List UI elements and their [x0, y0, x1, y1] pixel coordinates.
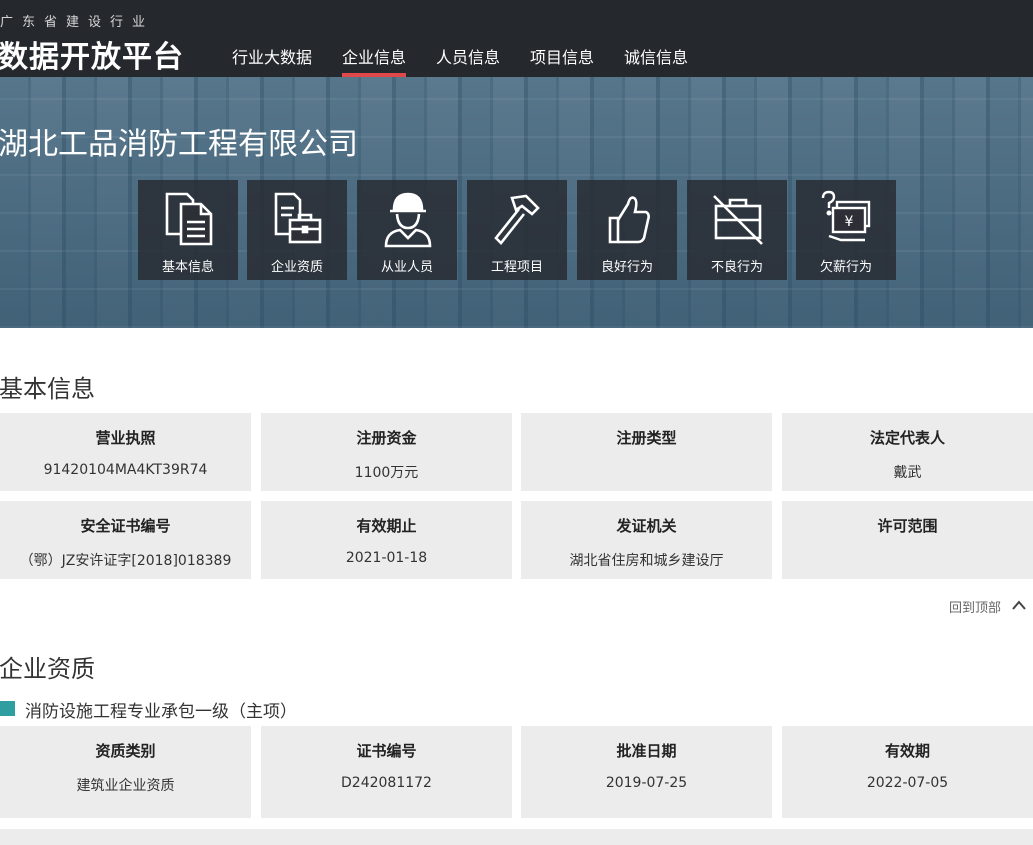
cell-value: D242081172: [341, 775, 432, 791]
worker-helmet-icon: [384, 192, 432, 248]
qualification-cell: 批准日期 2019-07-25: [521, 726, 772, 818]
info-cell: 营业执照 91420104MA4KT39R74: [0, 413, 251, 491]
cell-value: 戴武: [893, 465, 922, 481]
nav-item-personnel-info[interactable]: 人员信息: [436, 44, 500, 77]
cell-value: 91420104MA4KT39R74: [43, 462, 208, 478]
brand-title[interactable]: 数据开放平台: [0, 32, 184, 76]
tile-label: 不良行为: [710, 260, 763, 275]
nav-item-industry-data[interactable]: 行业大数据: [232, 44, 312, 77]
tile-basic-info[interactable]: 基本信息: [138, 180, 238, 280]
top-header: 广东省建设行业 数据开放平台 行业大数据 企业信息 人员信息 项目信息 诚信信息: [0, 0, 1033, 77]
qualification-cell: 证书编号 D242081172: [261, 726, 512, 818]
next-row-strip: [0, 829, 1033, 845]
tile-unpaid-wages[interactable]: ¥ 欠薪行为: [796, 180, 896, 280]
tile-qualification[interactable]: 企业资质: [247, 180, 347, 280]
cell-label: 批准日期: [616, 742, 677, 760]
cell-label: 安全证书编号: [80, 517, 171, 535]
hammer-icon: [494, 194, 540, 245]
company-hero-banner: 湖北工品消防工程有限公司 基本信息 企业资质 从业人员 工程项目 良好行为 不良…: [0, 77, 1033, 328]
tile-label: 基本信息: [161, 260, 214, 275]
tile-employees[interactable]: 从业人员: [357, 180, 457, 280]
tile-good-behavior[interactable]: 良好行为: [577, 180, 677, 280]
cell-value: 2021-01-18: [345, 550, 428, 566]
cell-value: （鄂）JZ安许证字[2018]018389: [19, 553, 232, 569]
brand-subtitle: 广东省建设行业: [0, 15, 155, 30]
document-icon: [165, 192, 213, 246]
tile-label: 欠薪行为: [819, 260, 872, 275]
nav-item-project-info[interactable]: 项目信息: [530, 44, 594, 77]
cell-label: 许可范围: [877, 517, 938, 535]
info-cell: 注册类型: [521, 413, 772, 491]
tile-label: 从业人员: [380, 260, 433, 275]
basic-info-title: 基本信息: [0, 375, 95, 403]
tile-label: 企业资质: [270, 260, 323, 275]
tile-projects[interactable]: 工程项目: [467, 180, 567, 280]
nav-item-enterprise-info[interactable]: 企业信息: [342, 44, 407, 77]
back-to-top-label: 回到顶部: [949, 601, 1002, 616]
certificate-briefcase-icon: [274, 192, 322, 244]
briefcase-crossed-icon: [713, 195, 763, 245]
info-cell: 有效期止 2021-01-18: [261, 501, 512, 579]
qualification-cell: 资质类别 建筑业企业资质: [0, 726, 251, 818]
cell-label: 法定代表人: [869, 429, 945, 447]
unpaid-wage-icon: ¥: [821, 190, 871, 242]
cell-label: 注册资金: [356, 429, 417, 447]
qualification-title: 企业资质: [0, 655, 95, 683]
cell-label: 有效期: [884, 742, 930, 760]
cell-label: 注册类型: [616, 429, 677, 447]
cell-value: 2019-07-25: [605, 775, 688, 791]
cell-label: 有效期止: [356, 517, 417, 535]
tile-bad-behavior[interactable]: 不良行为: [687, 180, 787, 280]
info-cell: 安全证书编号 （鄂）JZ安许证字[2018]018389: [0, 501, 251, 579]
tile-label: 良好行为: [600, 260, 653, 275]
thumbs-up-icon: [608, 196, 650, 244]
svg-text:¥: ¥: [845, 214, 854, 230]
cell-label: 发证机关: [616, 517, 677, 535]
cell-value: 湖北省住房和城乡建设厅: [569, 553, 724, 569]
qualification-cell: 有效期 2022-07-05: [782, 726, 1033, 818]
chevron-up-icon: [1012, 600, 1026, 610]
qualification-item-title: 消防设施工程专业承包一级（主项）: [25, 702, 297, 722]
info-cell: 注册资金 1100万元: [261, 413, 512, 491]
company-name: 湖北工品消防工程有限公司: [0, 127, 358, 162]
info-cell: 许可范围: [782, 501, 1033, 579]
cell-value: 1100万元: [354, 465, 419, 481]
info-cell: 法定代表人 戴武: [782, 413, 1033, 491]
cell-value: 建筑业企业资质: [76, 778, 175, 794]
cell-label: 营业执照: [95, 429, 156, 447]
qualification-marker: [0, 701, 15, 716]
tile-label: 工程项目: [490, 260, 543, 275]
nav-item-credit-info[interactable]: 诚信信息: [624, 44, 688, 77]
info-cell: 发证机关 湖北省住房和城乡建设厅: [521, 501, 772, 579]
cell-label: 证书编号: [356, 742, 417, 760]
cell-value: 2022-07-05: [866, 775, 949, 791]
cell-label: 资质类别: [95, 742, 156, 760]
back-to-top-link[interactable]: 回到顶部: [949, 597, 1026, 616]
